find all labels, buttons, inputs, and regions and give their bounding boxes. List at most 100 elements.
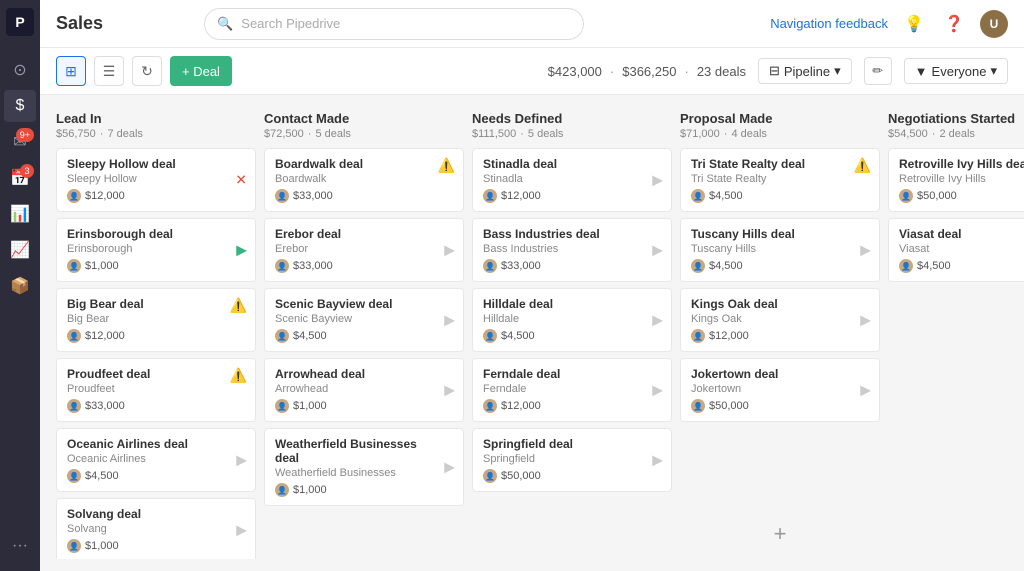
card-subtitle: Jokertown [691,383,869,395]
deal-card[interactable]: Arrowhead deal Arrowhead 👤 $1,000 ▶ [264,358,464,422]
card-footer: 👤 $1,000 [275,399,453,413]
everyone-filter-btn[interactable]: ▼ Everyone ▾ [904,58,1008,84]
column-amount: $72,500 [264,128,304,140]
deal-card[interactable]: Solvang deal Solvang 👤 $1,000 ▶ [56,498,256,559]
person-icon: 👤 [691,399,705,413]
dot-sep: · [308,128,312,140]
card-amount: $1,000 [85,540,119,552]
deal-card[interactable]: Viasat deal Viasat 👤 $4,500 ▶ [888,218,1024,282]
column-header-needs_defined: Needs Defined $111,500 · 5 deals [472,107,672,148]
pipeline-label: Pipeline [784,64,830,79]
deal-card[interactable]: ⚠️ Proudfeet deal Proudfeet 👤 $33,000 [56,358,256,422]
card-title: Tuscany Hills deal [691,227,869,241]
deal-card[interactable]: Hilldale deal Hilldale 👤 $4,500 ▶ [472,288,672,352]
deal-card[interactable]: Erebor deal Erebor 👤 $33,000 ▶ [264,218,464,282]
dot-sep: · [724,128,728,140]
deal-card[interactable]: ⚠️ Big Bear deal Big Bear 👤 $12,000 [56,288,256,352]
card-footer: 👤 $33,000 [67,399,245,413]
sidebar-item-box[interactable]: 📦 [4,270,36,302]
dot-sep-1: · [610,64,614,79]
deal-count: 23 deals [697,64,746,79]
deal-card[interactable]: Stinadla deal Stinadla 👤 $12,000 ▶ [472,148,672,212]
help-icon-btn[interactable]: ❓ [940,10,968,38]
card-footer: 👤 $12,000 [67,189,245,203]
deal-card[interactable]: Jokertown deal Jokertown 👤 $50,000 ▶ [680,358,880,422]
deal-card[interactable]: Ferndale deal Ferndale 👤 $12,000 ▶ [472,358,672,422]
card-subtitle: Solvang [67,523,245,535]
sidebar-item-chart[interactable]: 📊 [4,198,36,230]
card-title: Erinsborough deal [67,227,245,241]
card-amount: $4,500 [293,330,327,342]
user-avatar[interactable]: U [980,10,1008,38]
deal-card[interactable]: Tuscany Hills deal Tuscany Hills 👤 $4,50… [680,218,880,282]
refresh-btn[interactable]: ↻ [132,56,162,86]
column-title: Contact Made [264,111,464,126]
deal-card[interactable]: Retroville Ivy Hills deal Retroville Ivy… [888,148,1024,212]
card-amount: $1,000 [85,260,119,272]
person-icon: 👤 [275,259,289,273]
deal-card[interactable]: Oceanic Airlines deal Oceanic Airlines 👤… [56,428,256,492]
sidebar-item-trend[interactable]: 📈 [4,234,36,266]
column-meta: $71,000 · 4 deals [680,128,880,140]
card-title: Springfield deal [483,437,661,451]
card-amount: $4,500 [709,260,743,272]
search-bar[interactable]: 🔍 Search Pipedrive [204,8,584,40]
card-amount: $4,500 [917,260,951,272]
card-title: Solvang deal [67,507,245,521]
app-logo[interactable]: P [6,8,34,36]
deal-card[interactable]: Springfield deal Springfield 👤 $50,000 ▶ [472,428,672,492]
person-icon: 👤 [691,329,705,343]
card-action-arrow: ▶ [860,242,871,259]
card-amount: $4,500 [85,470,119,482]
deal-card[interactable]: Scenic Bayview deal Scenic Bayview 👤 $4,… [264,288,464,352]
person-icon: 👤 [483,469,497,483]
sidebar-item-calendar[interactable]: 📅 3 [4,162,36,194]
person-icon: 👤 [67,329,81,343]
deal-card[interactable]: Kings Oak deal Kings Oak 👤 $12,000 ▶ [680,288,880,352]
card-subtitle: Retroville Ivy Hills [899,173,1024,185]
deal-card[interactable]: Bass Industries deal Bass Industries 👤 $… [472,218,672,282]
card-amount: $33,000 [293,260,333,272]
summary-group: $423,000 · $366,250 · 23 deals [548,64,746,79]
column-amount: $54,500 [888,128,928,140]
nav-feedback-link[interactable]: Navigation feedback [770,16,888,31]
pipeline-view-btn[interactable]: ⊞ [56,56,86,86]
column-deal-count: 5 deals [315,128,350,140]
deal-card[interactable]: ⚠️ Tri State Realty deal Tri State Realt… [680,148,880,212]
person-icon: 👤 [483,259,497,273]
card-subtitle: Bass Industries [483,243,661,255]
sidebar-item-mail[interactable]: ✉ 9+ [4,126,36,158]
dot-sep-2: · [684,64,688,79]
ideas-icon-btn[interactable]: 💡 [900,10,928,38]
column-amount: $71,000 [680,128,720,140]
deal-card[interactable]: Sleepy Hollow deal Sleepy Hollow 👤 $12,0… [56,148,256,212]
add-deal-column-btn[interactable]: + [680,509,880,559]
card-action-arrow: ✕ [235,172,247,189]
card-action-arrow: ▶ [444,242,455,259]
card-footer: 👤 $12,000 [67,329,245,343]
deal-card[interactable]: Weatherfield Businesses deal Weatherfiel… [264,428,464,506]
person-icon: 👤 [67,469,81,483]
card-amount: $1,000 [293,400,327,412]
add-deal-button[interactable]: + Deal [170,56,232,86]
pipeline-filter-btn[interactable]: ⊟ Pipeline ▾ [758,58,852,84]
card-amount: $12,000 [85,190,125,202]
card-action-arrow: ▶ [444,459,455,476]
card-amount: $33,000 [293,190,333,202]
weighted-value: $366,250 [622,64,676,79]
person-icon: 👤 [275,483,289,497]
card-footer: 👤 $33,000 [275,259,453,273]
sidebar-item-target[interactable]: ⊙ [4,54,36,86]
card-footer: 👤 $4,500 [483,329,661,343]
person-icon: 👤 [691,189,705,203]
list-view-btn[interactable]: ☰ [94,56,124,86]
card-title: Viasat deal [899,227,1024,241]
edit-pipeline-btn[interactable]: ✏ [864,57,892,85]
toolbar: ⊞ ☰ ↻ + Deal $423,000 · $366,250 · 23 de… [40,48,1024,95]
card-action-arrow: ▶ [444,382,455,399]
sidebar-item-sales[interactable]: $ [4,90,36,122]
card-amount: $33,000 [85,400,125,412]
sidebar-more[interactable]: ··· [12,537,28,555]
deal-card[interactable]: ⚠️ Boardwalk deal Boardwalk 👤 $33,000 [264,148,464,212]
deal-card[interactable]: Erinsborough deal Erinsborough 👤 $1,000 … [56,218,256,282]
